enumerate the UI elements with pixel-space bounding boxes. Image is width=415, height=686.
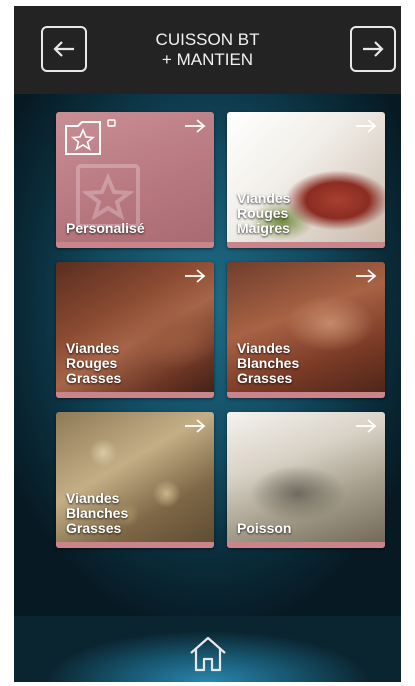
home-icon[interactable] xyxy=(187,634,229,674)
arrow-right-icon xyxy=(356,119,377,133)
arrow-left-icon xyxy=(53,41,74,57)
tile-accent-bar xyxy=(227,542,385,548)
tile-viandes-blanches-grasses-2[interactable]: Viandes Blanches Grasses xyxy=(56,412,214,548)
category-grid: Personalisé Viandes Rouges Maigres Viand… xyxy=(14,94,401,616)
tile-poisson[interactable]: Poisson xyxy=(227,412,385,548)
tile-viandes-blanches-grasses[interactable]: Viandes Blanches Grasses xyxy=(227,262,385,398)
app-screen: CUISSON BT + MANTIEN Personalisé Viandes… xyxy=(14,6,401,682)
tile-label: Viandes Blanches Grasses xyxy=(237,340,300,386)
folder-star-icon xyxy=(65,119,116,155)
footer-bar xyxy=(14,616,401,682)
forward-button[interactable] xyxy=(350,26,396,72)
tile-label: Viandes Blanches Grasses xyxy=(66,490,129,536)
arrow-right-icon xyxy=(356,269,377,283)
tile-accent-bar xyxy=(227,392,385,398)
tile-viandes-rouges-maigres[interactable]: Viandes Rouges Maigres xyxy=(227,112,385,248)
arrow-right-icon xyxy=(363,41,384,57)
tile-label: Viandes Rouges Maigres xyxy=(237,190,291,236)
tile-label: Viandes Rouges Grasses xyxy=(66,340,122,386)
arrow-right-icon xyxy=(185,119,206,133)
back-button[interactable] xyxy=(41,26,87,72)
tile-accent-bar xyxy=(227,242,385,248)
arrow-right-icon xyxy=(185,269,206,283)
page-title: CUISSON BT + MANTIEN xyxy=(104,30,311,70)
tile-personalise[interactable]: Personalisé xyxy=(56,112,214,248)
header: CUISSON BT + MANTIEN xyxy=(14,6,401,94)
tile-label: Personalisé xyxy=(66,220,145,236)
arrow-right-icon xyxy=(185,419,206,433)
tile-accent-bar xyxy=(56,542,214,548)
title-line-1: CUISSON BT xyxy=(155,30,260,49)
tile-accent-bar xyxy=(56,392,214,398)
tile-label: Poisson xyxy=(237,520,292,536)
tile-viandes-rouges-grasses[interactable]: Viandes Rouges Grasses xyxy=(56,262,214,398)
arrow-right-icon xyxy=(356,419,377,433)
title-line-2: + MANTIEN xyxy=(161,50,254,69)
tile-accent-bar xyxy=(56,242,214,248)
